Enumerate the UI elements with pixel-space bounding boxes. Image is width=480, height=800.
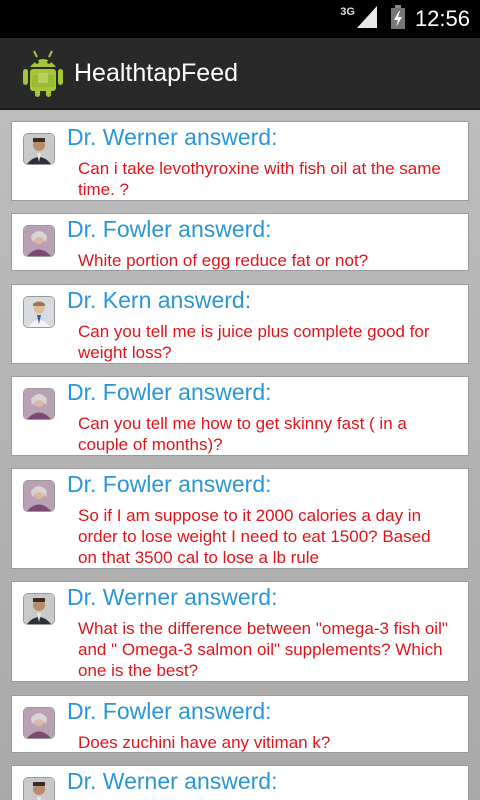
doctor-answer-title: Dr. Fowler answerd: (67, 471, 272, 497)
app-title: HealthtapFeed (74, 58, 239, 87)
doctor-avatar (24, 226, 54, 256)
network-type: 3G (340, 6, 355, 18)
doctor-avatar (24, 134, 54, 164)
feed-item[interactable]: Dr. Werner answerd: Can i take levothyro… (12, 122, 468, 200)
feed-item[interactable]: Dr. Fowler answerd: White portion of egg… (12, 214, 468, 270)
question-text: So if I am suppose to it 2000 calories a… (78, 506, 431, 567)
signal-icon (356, 5, 377, 33)
feed-item[interactable]: Dr. Werner answerd: What is the differen… (12, 582, 468, 681)
doctor-answer-title: Dr. Fowler answerd: (67, 216, 272, 242)
battery-icon (390, 4, 405, 34)
question-text: Does zuchini have any vitiman k? (78, 733, 331, 752)
action-bar: HealthtapFeed (0, 38, 480, 110)
doctor-answer-title: Dr. Fowler answerd: (67, 698, 272, 724)
question-text: White portion of egg reduce fat or not? (78, 251, 369, 270)
clock: 12:56 (414, 6, 470, 31)
doctor-avatar (24, 594, 54, 624)
doctor-avatar (24, 778, 54, 800)
doctor-avatar (24, 481, 54, 511)
doctor-answer-title: Dr. Werner answerd: (67, 124, 278, 150)
doctor-answer-title: Dr. Fowler answerd: (67, 379, 272, 405)
question-text: What is the difference between "omega-3 … (78, 619, 448, 680)
doctor-answer-title: Dr. Werner answerd: (67, 768, 278, 794)
doctor-answer-title: Dr. Werner answerd: (67, 584, 278, 610)
question-text: Can i take levothyroxine with fish oil a… (78, 159, 441, 199)
feed-item[interactable]: Dr. Fowler answerd: Can you tell me how … (12, 377, 468, 455)
feed-list[interactable]: Dr. Werner answerd: Can i take levothyro… (0, 110, 480, 800)
android-icon[interactable] (22, 49, 64, 97)
feed-item[interactable]: Dr. Fowler answerd: Does zuchini have an… (12, 696, 468, 752)
doctor-avatar (24, 389, 54, 419)
doctor-avatar (24, 708, 54, 738)
doctor-answer-title: Dr. Kern answerd: (67, 287, 252, 313)
feed-item[interactable]: Dr. Fowler answerd: So if I am suppose t… (12, 469, 468, 568)
question-text: Can you tell me is juice plus complete g… (78, 322, 430, 362)
feed-item[interactable]: Dr. Werner answerd: (12, 766, 468, 800)
status-bar: 3G 12:56 (0, 0, 480, 38)
feed-item[interactable]: Dr. Kern answerd: Can you tell me is jui… (12, 285, 468, 363)
question-text: Can you tell me how to get skinny fast (… (78, 414, 407, 454)
doctor-avatar (24, 297, 54, 327)
